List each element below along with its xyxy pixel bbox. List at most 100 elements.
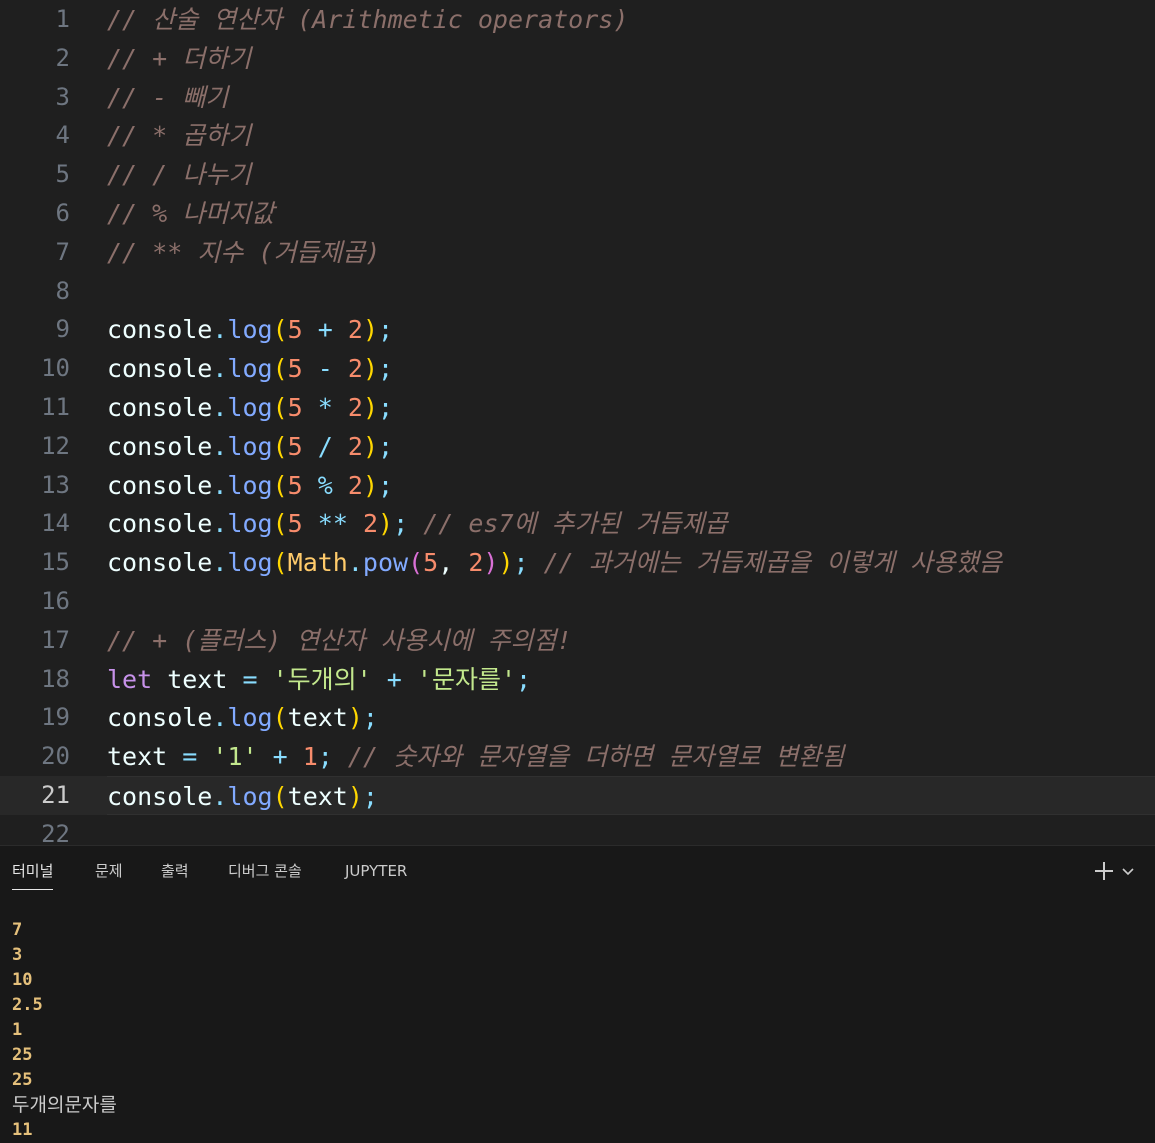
code-content: console.log(Math.pow(5, 2)); // 과거에는 거듭제… [107,543,1155,582]
code-line[interactable]: 7 // ** 지수 (거듭제곱) [0,233,1155,272]
code-token: log [227,470,273,500]
code-content [107,815,1155,845]
code-token: log [227,315,273,345]
chevron-down-icon[interactable] [1121,864,1135,878]
code-token: ( [272,703,288,733]
code-line[interactable]: 17 // + (플러스) 연산자 사용시에 주의점! [0,621,1155,660]
code-line[interactable]: 9 console.log(5 + 2); [0,310,1155,349]
code-line[interactable]: 6 // % 나머지값 [0,194,1155,233]
tab-problems[interactable]: 문제 [95,860,123,890]
code-content [107,272,1155,311]
code-content: console.log(text); [107,776,1155,815]
output-line: 25 [12,1070,33,1090]
code-token: console [107,703,213,733]
code-token: ; [317,742,333,772]
tab-terminal[interactable]: 터미널 [12,860,54,890]
code-token: console [107,470,213,500]
code-token: ; [362,703,378,733]
code-line[interactable]: 15 console.log(Math.pow(5, 2)); // 과거에는 거… [0,543,1155,582]
output-line: 10 [12,970,33,990]
terminal-output[interactable]: 7 3 10 2.5 1 25 25 두개의문자를 11 [12,918,117,1143]
code-line[interactable]: 10 console.log(5 - 2); [0,349,1155,388]
code-token: log [227,548,273,578]
code-line[interactable]: 8 [0,272,1155,311]
code-token: // + 더하기 [107,43,252,73]
code-token: ) [362,470,379,500]
code-token: ( [272,315,288,345]
code-line[interactable]: 11 console.log(5 * 2); [0,388,1155,427]
code-line[interactable]: 22 [0,815,1155,845]
code-token: pow [362,548,409,578]
code-line[interactable]: 16 [0,582,1155,621]
code-line[interactable]: 1 // 산술 연산자 (Arithmetic operators) [0,0,1155,39]
line-number: 18 [41,664,70,693]
code-content: let text = '두개의' + '문자를'; [107,660,1155,699]
code-token: // - 빼기 [107,82,229,112]
code-token: ; [513,548,529,578]
code-token: ) [362,315,379,345]
code-token: 5 [287,315,303,345]
code-token: ) [362,393,379,422]
code-token: console [107,354,213,384]
code-token: let [107,664,153,694]
code-line[interactable]: 18 let text = '두개의' + '문자를'; [0,660,1155,699]
code-content: // ** 지수 (거듭제곱) [107,233,1155,272]
code-token: log [227,782,273,811]
line-number: 6 [55,199,70,227]
code-token: ; [362,782,378,811]
code-token: text [152,664,243,694]
new-terminal-plus-icon[interactable] [1093,860,1115,882]
code-token: ) [362,431,379,461]
code-editor[interactable]: 1 // 산술 연산자 (Arithmetic operators) 2 // + 더… [0,0,1155,845]
code-line[interactable]: 4 // * 곱하기 [0,116,1155,155]
tab-debug-console[interactable]: 디버그 콘솔 [228,860,302,890]
line-number: 22 [41,819,70,845]
code-token: // / 나누기 [107,160,252,190]
tab-output[interactable]: 출력 [161,860,189,890]
output-line: 11 [12,1120,33,1140]
code-token: ** [317,509,348,539]
code-line[interactable]: 12 console.log(5 / 2); [0,427,1155,466]
code-token: 5 [423,548,439,578]
line-number: 20 [41,742,70,771]
tab-jupyter[interactable]: JUPYTER [345,860,407,890]
code-token: 5 [287,431,303,461]
code-token: ( [272,393,288,422]
code-line[interactable]: 3 // - 빼기 [0,78,1155,117]
code-token: 5 [287,509,303,539]
code-token: . [212,393,228,422]
code-token: 2 [347,315,363,345]
code-line[interactable]: 20 text = '1' + 1; // 숫자와 문자열을 더하면 문자열로 변… [0,737,1155,776]
code-token: . [212,782,228,811]
code-token: ; [393,509,409,539]
code-token: // + (플러스) 연산자 사용시에 주의점! [107,625,572,655]
line-number: 17 [41,625,70,654]
code-token: + [386,664,402,694]
code-token: Math [287,548,348,578]
code-content: console.log(5 - 2); [107,349,1155,388]
code-content: console.log(text); [107,698,1155,737]
code-line[interactable]: 5 // / 나누기 [0,155,1155,194]
code-line[interactable]: 21 console.log(text); [0,776,1155,815]
code-token: = [182,742,198,772]
line-number: 19 [41,703,70,732]
line-number: 7 [55,237,70,266]
panel-tab-bar: 터미널 문제 출력 디버그 콘솔 JUPYTER [0,846,1155,894]
code-content: console.log(5 + 2); [107,310,1155,349]
line-number: 8 [55,276,70,305]
code-content: // % 나머지값 [107,194,1155,233]
code-line[interactable]: 2 // + 더하기 [0,39,1155,78]
code-content: // 산술 연산자 (Arithmetic operators) [107,0,1155,39]
code-token: ( [272,548,288,578]
code-line[interactable]: 19 console.log(text); [0,698,1155,737]
code-line[interactable]: 14 console.log(5 ** 2); // es7에 추가된 거듭제곱 [0,504,1155,543]
code-line[interactable]: 13 console.log(5 % 2); [0,466,1155,505]
code-token: console [107,431,213,461]
